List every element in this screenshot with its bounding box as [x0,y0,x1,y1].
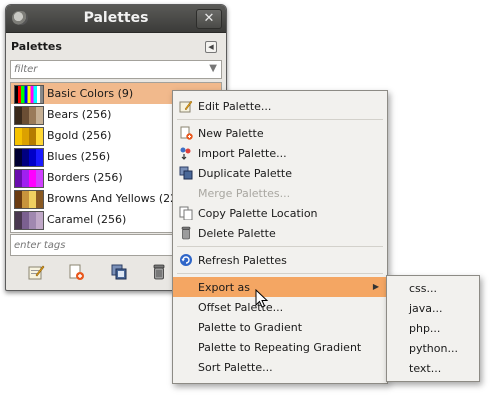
export-as-submenu: css... java... php... python... text... [386,275,480,382]
palette-swatch [14,169,44,188]
palette-name: Bears (256) [47,108,112,121]
menu-item-edit-palette[interactable]: Edit Palette... [173,96,387,116]
refresh-icon [180,254,192,266]
menu-item-label: Merge Palettes... [198,187,291,200]
delete-palette-icon[interactable] [150,263,168,281]
menu-item-label: Palette to Gradient [198,321,303,334]
export-item-label: php... [409,322,441,335]
palette-swatch [14,211,44,230]
menu-item-duplicate-palette[interactable]: Duplicate Palette [173,163,387,183]
menu-item-merge-palettes: Merge Palettes... [173,183,387,203]
mouse-cursor-icon [255,289,269,308]
palette-swatch [14,127,44,146]
palette-context-menu: Edit Palette... New Palette Import Palette… [172,90,388,384]
chevron-down-icon[interactable]: ▼ [209,63,217,74]
close-button[interactable]: ✕ [196,9,222,29]
export-item-php[interactable]: php... [387,318,479,338]
duplicate-palette-icon[interactable] [110,263,128,281]
palette-name: Browns And Yellows (22) [47,192,182,205]
palette-swatch [14,85,44,104]
menu-item-refresh-palettes[interactable]: Refresh Palettes [173,250,387,270]
menu-item-label: Offset Palette... [198,301,284,314]
export-item-text[interactable]: text... [387,358,479,378]
submenu-arrow-icon: ▶ [372,282,379,291]
palette-swatch [14,232,44,233]
menu-item-label: Sort Palette... [198,361,273,374]
export-item-java[interactable]: java... [387,298,479,318]
palette-swatch [14,106,44,125]
menu-item-label: Edit Palette... [198,100,272,113]
menu-item-palette-to-gradient[interactable]: Palette to Gradient [173,317,387,337]
menu-item-label: Duplicate Palette [198,167,292,180]
menu-item-sort-palette[interactable]: Sort Palette... [173,357,387,377]
menu-separator [177,246,383,247]
export-item-label: css... [409,282,437,295]
menu-item-label: Copy Palette Location [198,207,318,220]
palette-name: Basic Colors (9) [47,87,134,100]
menu-separator [177,119,383,120]
menu-item-palette-to-repeating-gradient[interactable]: Palette to Repeating Gradient [173,337,387,357]
menu-item-import-palette[interactable]: Import Palette... [173,143,387,163]
menu-item-new-palette[interactable]: New Palette [173,123,387,143]
menu-item-label: Export as [198,281,250,294]
edit-palette-icon [179,100,193,113]
duplicate-palette-icon [179,166,193,180]
dockable-tab-label: Palettes [11,40,62,53]
dock-menu-icon[interactable]: ◀ [205,41,217,53]
menu-item-delete-palette[interactable]: Delete Palette [173,223,387,243]
new-palette-icon [180,126,193,140]
filter-input[interactable] [14,62,199,76]
palette-swatch [14,148,44,167]
filter-combo[interactable]: ▼ [10,60,222,79]
palette-swatch [14,190,44,209]
export-item-python[interactable]: python... [387,338,479,358]
import-palette-icon [180,147,191,160]
window-title: Palettes [83,10,149,26]
menu-item-label: New Palette [198,127,264,140]
menu-item-export-as[interactable]: Export as ▶ [173,277,387,297]
edit-palette-icon[interactable] [27,263,45,281]
menu-item-label: Palette to Repeating Gradient [198,341,362,354]
export-item-css[interactable]: css... [387,278,479,298]
export-item-label: python... [409,342,458,355]
export-item-label: java... [409,302,443,315]
delete-palette-icon [181,226,191,240]
copy-location-icon [179,206,193,220]
menu-item-copy-palette-location[interactable]: Copy Palette Location [173,203,387,223]
menu-item-offset-palette[interactable]: Offset Palette... [173,297,387,317]
menu-item-label: Import Palette... [198,147,287,160]
palette-name: Blues (256) [47,150,111,163]
menu-item-label: Refresh Palettes [198,254,287,267]
palette-name: Bgold (256) [47,129,112,142]
palette-name: Borders (256) [47,171,123,184]
new-palette-icon[interactable] [67,263,85,281]
export-item-label: text... [409,362,442,375]
palette-name: Caramel (256) [47,213,127,226]
menu-item-label: Delete Palette [198,227,276,240]
menu-separator [177,273,383,274]
